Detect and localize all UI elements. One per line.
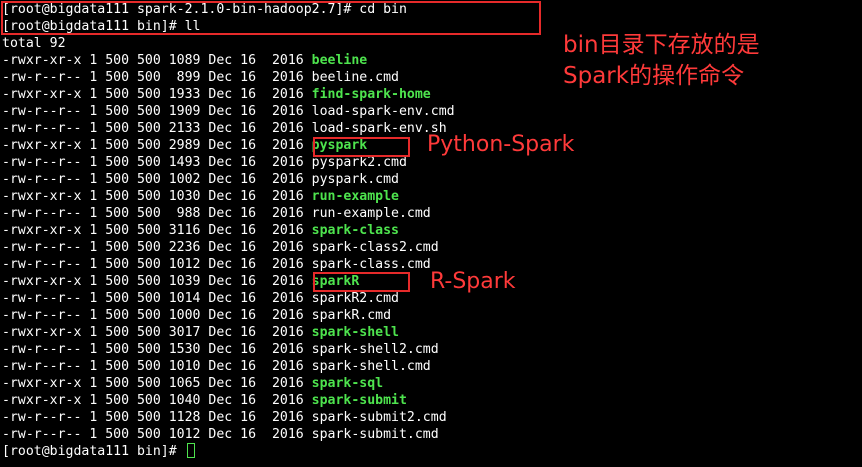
- file-row: -rwxr-xr-x 1 500 500 1065 Dec 16 2016 sp…: [2, 375, 860, 392]
- pyspark-highlight-box: [313, 137, 410, 157]
- file-meta: -rw-r--r-- 1 500 500 1010 Dec 16 2016: [2, 359, 312, 374]
- file-row: -rwxr-xr-x 1 500 500 1030 Dec 16 2016 ru…: [2, 188, 860, 205]
- file-meta: -rwxr-xr-x 1 500 500 1040 Dec 16 2016: [2, 393, 312, 408]
- file-row: -rw-r--r-- 1 500 500 1128 Dec 16 2016 sp…: [2, 409, 860, 426]
- file-name: load-spark-env.cmd: [311, 104, 455, 119]
- bin-note-line2: Spark的操作命令: [563, 63, 745, 89]
- final-prompt-text: [root@bigdata111 bin]#: [2, 444, 185, 459]
- file-row: -rw-r--r-- 1 500 500 1010 Dec 16 2016 sp…: [2, 358, 860, 375]
- bin-note-line1: bin目录下存放的是: [563, 32, 760, 58]
- file-meta: -rw-r--r-- 1 500 500 2133 Dec 16 2016: [2, 121, 312, 136]
- file-meta: -rw-r--r-- 1 500 500 1002 Dec 16 2016: [2, 172, 312, 187]
- file-name: spark-sql: [311, 376, 384, 391]
- file-meta: -rw-r--r-- 1 500 500 899 Dec 16 2016: [2, 70, 312, 85]
- file-meta: -rw-r--r-- 1 500 500 1000 Dec 16 2016: [2, 308, 312, 323]
- file-meta: -rw-r--r-- 1 500 500 1530 Dec 16 2016: [2, 342, 312, 357]
- file-name: find-spark-home: [311, 87, 431, 102]
- file-name: sparkR2.cmd: [311, 291, 399, 306]
- file-meta: -rwxr-xr-x 1 500 500 1065 Dec 16 2016: [2, 376, 312, 391]
- file-meta: -rw-r--r-- 1 500 500 1012 Dec 16 2016: [2, 257, 312, 272]
- file-name: sparkR.cmd: [311, 308, 392, 323]
- r-spark-label: R-Spark: [430, 269, 516, 294]
- file-name: spark-class.cmd: [311, 257, 431, 272]
- file-name: spark-submit2.cmd: [311, 410, 447, 425]
- file-listing: -rwxr-xr-x 1 500 500 1089 Dec 16 2016 be…: [2, 52, 860, 443]
- file-row: -rw-r--r-- 1 500 500 1909 Dec 16 2016 lo…: [2, 103, 860, 120]
- file-meta: -rwxr-xr-x 1 500 500 1039 Dec 16 2016: [2, 274, 312, 289]
- file-name: pyspark2.cmd: [311, 155, 407, 170]
- file-meta: -rwxr-xr-x 1 500 500 1933 Dec 16 2016: [2, 87, 312, 102]
- file-meta: -rwxr-xr-x 1 500 500 3017 Dec 16 2016: [2, 325, 312, 340]
- file-meta: -rwxr-xr-x 1 500 500 2989 Dec 16 2016: [2, 138, 312, 153]
- file-name: beeline.cmd: [311, 70, 399, 85]
- file-meta: -rw-r--r-- 1 500 500 1012 Dec 16 2016: [2, 427, 312, 442]
- file-name: spark-submit: [311, 393, 407, 408]
- file-name: run-example: [311, 189, 399, 204]
- file-meta: -rwxr-xr-x 1 500 500 3116 Dec 16 2016: [2, 223, 312, 238]
- file-meta: -rw-r--r-- 1 500 500 988 Dec 16 2016: [2, 206, 312, 221]
- file-name: run-example.cmd: [311, 206, 431, 221]
- file-row: -rwxr-xr-x 1 500 500 3017 Dec 16 2016 sp…: [2, 324, 860, 341]
- final-prompt-line[interactable]: [root@bigdata111 bin]#: [2, 443, 860, 460]
- file-name: spark-shell.cmd: [311, 359, 431, 374]
- command-highlight-box: [1, 1, 541, 35]
- file-name: spark-shell2.cmd: [311, 342, 439, 357]
- file-meta: -rw-r--r-- 1 500 500 2236 Dec 16 2016: [2, 240, 312, 255]
- file-meta: -rw-r--r-- 1 500 500 1014 Dec 16 2016: [2, 291, 312, 306]
- file-name: beeline: [311, 53, 368, 68]
- file-meta: -rwxr-xr-x 1 500 500 1030 Dec 16 2016: [2, 189, 312, 204]
- file-meta: -rw-r--r-- 1 500 500 1128 Dec 16 2016: [2, 410, 312, 425]
- file-row: -rw-r--r-- 1 500 500 988 Dec 16 2016 run…: [2, 205, 860, 222]
- file-name: spark-class: [311, 223, 399, 238]
- terminal-cursor: [186, 443, 195, 458]
- file-row: -rwxr-xr-x 1 500 500 3116 Dec 16 2016 sp…: [2, 222, 860, 239]
- file-row: -rw-r--r-- 1 500 500 2236 Dec 16 2016 sp…: [2, 239, 860, 256]
- file-name: pyspark.cmd: [311, 172, 399, 187]
- sparkr-highlight-box: [313, 272, 410, 292]
- file-meta: -rw-r--r-- 1 500 500 1493 Dec 16 2016: [2, 155, 312, 170]
- python-spark-label: Python-Spark: [427, 132, 575, 157]
- file-row: -rw-r--r-- 1 500 500 1000 Dec 16 2016 sp…: [2, 307, 860, 324]
- file-row: -rw-r--r-- 1 500 500 1012 Dec 16 2016 sp…: [2, 426, 860, 443]
- file-name: spark-submit.cmd: [311, 427, 439, 442]
- file-row: -rw-r--r-- 1 500 500 1530 Dec 16 2016 sp…: [2, 341, 860, 358]
- file-name: spark-class2.cmd: [311, 240, 439, 255]
- file-name: spark-shell: [311, 325, 399, 340]
- file-row: -rwxr-xr-x 1 500 500 1040 Dec 16 2016 sp…: [2, 392, 860, 409]
- file-meta: -rwxr-xr-x 1 500 500 1089 Dec 16 2016: [2, 53, 312, 68]
- file-row: -rw-r--r-- 1 500 500 1002 Dec 16 2016 py…: [2, 171, 860, 188]
- file-meta: -rw-r--r-- 1 500 500 1909 Dec 16 2016: [2, 104, 312, 119]
